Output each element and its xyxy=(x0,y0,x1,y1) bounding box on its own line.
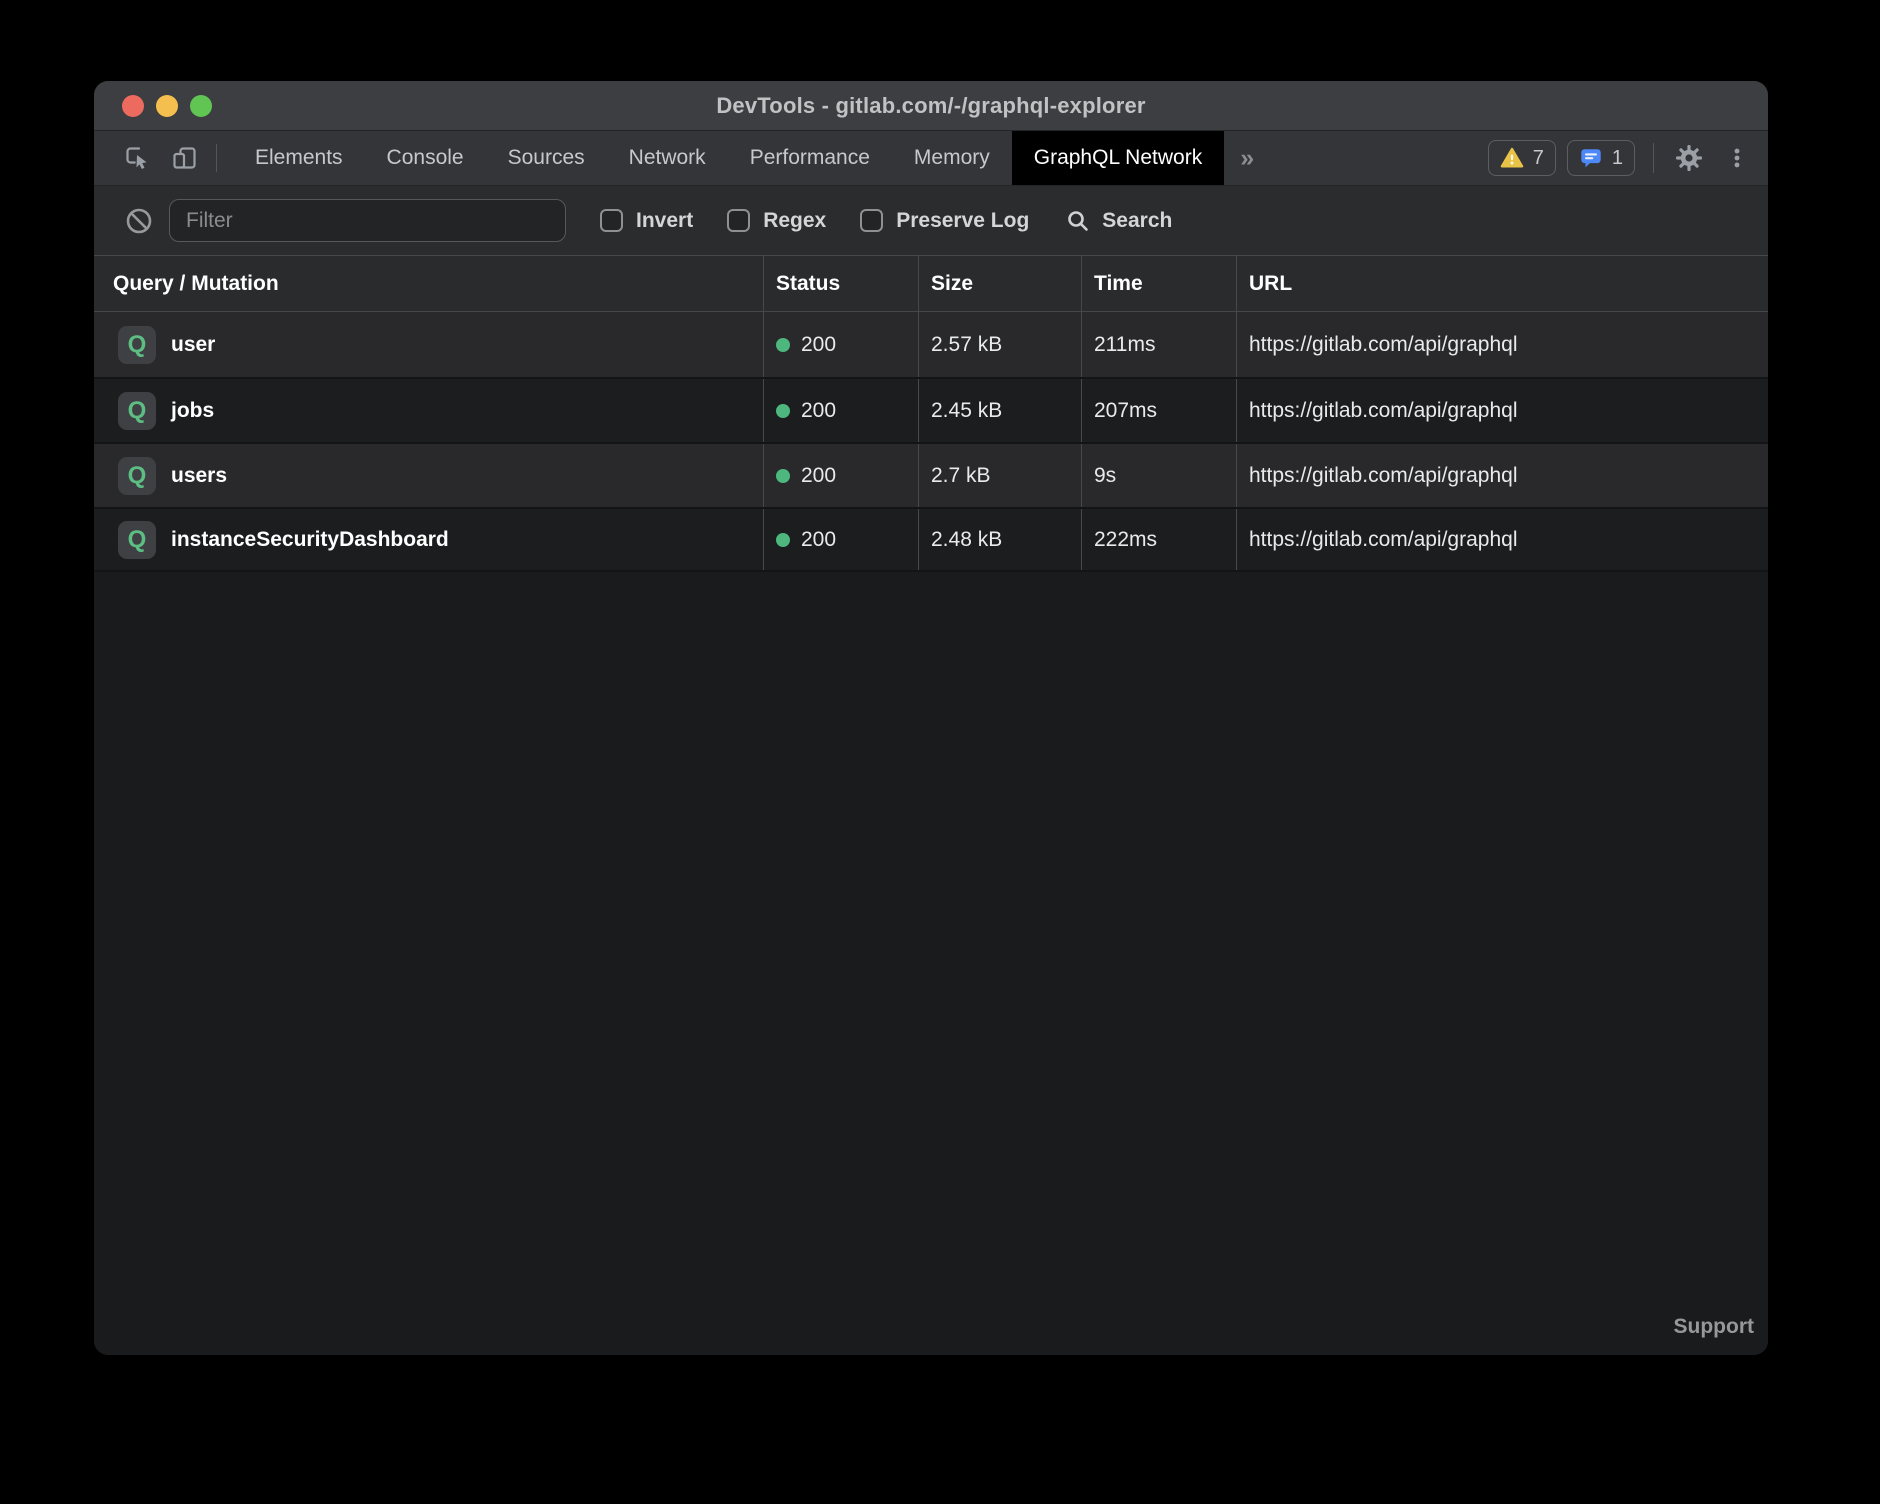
status-cell: 200 xyxy=(763,509,918,570)
query-name: users xyxy=(171,464,227,488)
query-type-badge: Q xyxy=(118,457,156,495)
device-toolbar-icon[interactable] xyxy=(172,145,198,171)
status-ok-dot xyxy=(776,404,790,418)
query-cell: Q jobs xyxy=(94,379,763,442)
column-header-time[interactable]: Time xyxy=(1081,256,1236,311)
warnings-badge[interactable]: 7 xyxy=(1488,140,1556,176)
badge-separator xyxy=(1653,143,1654,173)
status-ok-dot xyxy=(776,533,790,547)
toolbar-separator xyxy=(216,144,217,172)
table-row[interactable]: Q user 200 2.57 kB 211ms https://gitlab.… xyxy=(94,312,1768,377)
status-cell: 200 xyxy=(763,312,918,377)
clear-requests-icon[interactable] xyxy=(124,206,154,236)
regex-label: Regex xyxy=(763,209,826,233)
status-code: 200 xyxy=(801,333,836,357)
time-cell: 207ms xyxy=(1081,379,1236,442)
regex-checkbox-group: Regex xyxy=(727,209,826,233)
devtools-tab-bar: Elements Console Sources Network Perform… xyxy=(94,131,1768,186)
time-cell: 211ms xyxy=(1081,312,1236,377)
messages-count: 1 xyxy=(1612,147,1623,170)
query-name: jobs xyxy=(171,399,214,423)
devtools-window: DevTools - gitlab.com/-/graphql-explorer… xyxy=(94,81,1768,1355)
table-row[interactable]: Q instanceSecurityDashboard 200 2.48 kB … xyxy=(94,507,1768,572)
status-code: 200 xyxy=(801,528,836,552)
table-row[interactable]: Q jobs 200 2.45 kB 207ms https://gitlab.… xyxy=(94,377,1768,442)
window-title: DevTools - gitlab.com/-/graphql-explorer xyxy=(94,93,1768,119)
messages-badge[interactable]: 1 xyxy=(1567,140,1635,176)
url-cell: https://gitlab.com/api/graphql xyxy=(1236,444,1768,507)
preserve-log-label: Preserve Log xyxy=(896,209,1029,233)
column-header-size[interactable]: Size xyxy=(918,256,1081,311)
empty-request-area: Support xyxy=(94,572,1768,1355)
more-tabs-button[interactable]: » xyxy=(1224,144,1270,173)
query-type-badge: Q xyxy=(118,326,156,364)
search-icon xyxy=(1065,208,1091,234)
inspect-element-icon[interactable] xyxy=(124,145,150,171)
title-bar: DevTools - gitlab.com/-/graphql-explorer xyxy=(94,81,1768,131)
column-header-query-mutation[interactable]: Query / Mutation xyxy=(94,256,763,311)
size-cell: 2.7 kB xyxy=(918,444,1081,507)
status-ok-dot xyxy=(776,338,790,352)
filter-bar: Invert Regex Preserve Log Search xyxy=(94,186,1768,256)
column-header-status[interactable]: Status xyxy=(763,256,918,311)
regex-checkbox[interactable] xyxy=(727,209,750,232)
url-cell: https://gitlab.com/api/graphql xyxy=(1236,312,1768,377)
status-cell: 200 xyxy=(763,379,918,442)
query-name: instanceSecurityDashboard xyxy=(171,528,449,552)
query-cell: Q users xyxy=(94,444,763,507)
query-name: user xyxy=(171,333,215,357)
preserve-log-checkbox-group: Preserve Log xyxy=(860,209,1029,233)
table-header-row: Query / Mutation Status Size Time URL xyxy=(94,256,1768,312)
kebab-menu-icon[interactable] xyxy=(1724,145,1750,171)
preserve-log-checkbox[interactable] xyxy=(860,209,883,232)
query-cell: Q instanceSecurityDashboard xyxy=(94,509,763,570)
size-cell: 2.48 kB xyxy=(918,509,1081,570)
status-code: 200 xyxy=(801,464,836,488)
invert-checkbox[interactable] xyxy=(600,209,623,232)
support-link[interactable]: Support xyxy=(1674,1315,1754,1339)
tab-sources[interactable]: Sources xyxy=(486,131,607,185)
warning-icon xyxy=(1500,146,1524,170)
search-button[interactable]: Search xyxy=(1065,208,1172,234)
filter-input[interactable] xyxy=(169,199,566,242)
query-type-badge: Q xyxy=(118,392,156,430)
tab-memory[interactable]: Memory xyxy=(892,131,1012,185)
status-code: 200 xyxy=(801,399,836,423)
search-label: Search xyxy=(1102,209,1172,233)
status-cell: 200 xyxy=(763,444,918,507)
tab-network[interactable]: Network xyxy=(607,131,728,185)
status-ok-dot xyxy=(776,469,790,483)
query-type-badge: Q xyxy=(118,521,156,559)
query-cell: Q user xyxy=(94,312,763,377)
warnings-count: 7 xyxy=(1533,147,1544,170)
invert-checkbox-group: Invert xyxy=(600,209,693,233)
tab-graphql-network[interactable]: GraphQL Network xyxy=(1012,131,1224,185)
table-row[interactable]: Q users 200 2.7 kB 9s https://gitlab.com… xyxy=(94,442,1768,507)
size-cell: 2.57 kB xyxy=(918,312,1081,377)
tab-console[interactable]: Console xyxy=(365,131,486,185)
time-cell: 222ms xyxy=(1081,509,1236,570)
column-header-url[interactable]: URL xyxy=(1236,256,1768,311)
size-cell: 2.45 kB xyxy=(918,379,1081,442)
tab-performance[interactable]: Performance xyxy=(728,131,892,185)
tab-elements[interactable]: Elements xyxy=(233,131,365,185)
time-cell: 9s xyxy=(1081,444,1236,507)
message-bubble-icon xyxy=(1579,146,1603,170)
settings-gear-icon[interactable] xyxy=(1674,143,1704,173)
url-cell: https://gitlab.com/api/graphql xyxy=(1236,379,1768,442)
invert-label: Invert xyxy=(636,209,693,233)
url-cell: https://gitlab.com/api/graphql xyxy=(1236,509,1768,570)
